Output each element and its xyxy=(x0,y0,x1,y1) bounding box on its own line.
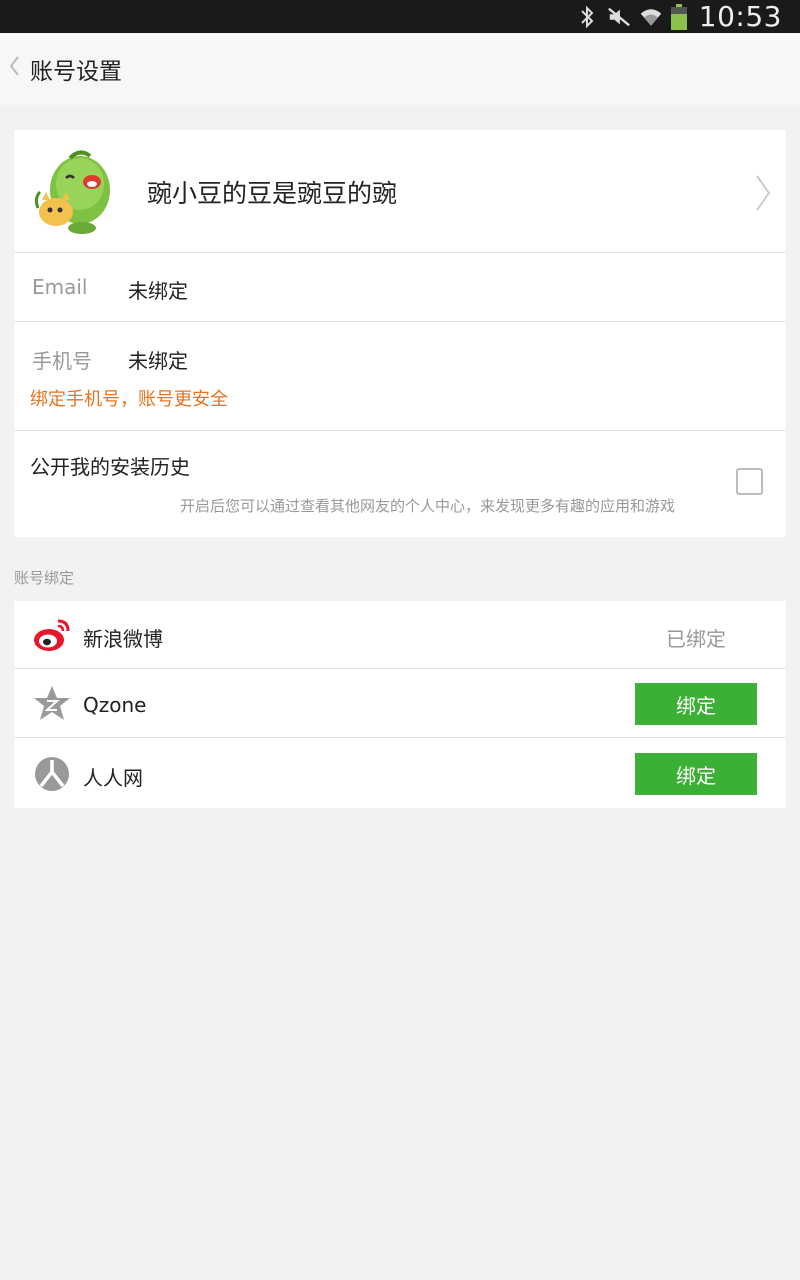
phone-label: 手机号 xyxy=(32,349,92,373)
profile-row[interactable]: 豌小豆的豆是豌豆的豌 xyxy=(14,130,786,253)
phone-value: 未绑定 xyxy=(128,349,188,373)
battery-icon xyxy=(670,3,687,30)
email-value: 未绑定 xyxy=(128,279,188,303)
account-binding-card: 新浪微博 已绑定 Qzone 绑定 人人网 绑定 xyxy=(14,601,786,808)
nickname: 豌小豆的豆是豌豆的豌 xyxy=(147,179,398,208)
email-row[interactable]: Email 未绑定 xyxy=(14,253,786,322)
bind-name: Qzone xyxy=(83,693,147,717)
avatar xyxy=(30,148,120,238)
mute-icon xyxy=(607,5,631,29)
install-history-checkbox[interactable] xyxy=(736,468,763,495)
page-title: 账号设置 xyxy=(30,59,122,85)
renren-icon xyxy=(32,754,72,794)
bind-name: 新浪微博 xyxy=(83,627,163,651)
bluetooth-icon xyxy=(575,5,599,29)
bind-row-qzone[interactable]: Qzone 绑定 xyxy=(14,669,786,738)
phone-row[interactable]: 手机号 未绑定 绑定手机号，账号更安全 xyxy=(14,322,786,431)
bind-qzone-button[interactable]: 绑定 xyxy=(635,683,757,725)
install-history-row[interactable]: 公开我的安装历史 开启后您可以通过查看其他网友的个人中心，来发现更多有趣的应用和… xyxy=(14,431,786,537)
chevron-right-icon xyxy=(754,174,772,212)
wifi-icon xyxy=(639,5,663,29)
email-label: Email xyxy=(32,275,88,299)
qzone-icon xyxy=(32,684,72,724)
bind-phone-tip-link[interactable]: 绑定手机号，账号更安全 xyxy=(30,385,228,411)
account-info-card: 豌小豆的豆是豌豆的豌 Email 未绑定 手机号 未绑定 绑定手机号，账号更安全… xyxy=(14,130,786,537)
account-binding-section-label: 账号绑定 xyxy=(14,569,75,587)
bound-status: 已绑定 xyxy=(666,627,726,651)
status-bar: 10:53 xyxy=(0,0,800,33)
title-bar: 账号设置 xyxy=(0,33,800,105)
weibo-icon xyxy=(32,615,72,655)
bind-renren-button[interactable]: 绑定 xyxy=(635,753,757,795)
install-history-title: 公开我的安装历史 xyxy=(30,455,190,479)
install-history-description: 开启后您可以通过查看其他网友的个人中心，来发现更多有趣的应用和游戏 xyxy=(180,497,676,515)
status-time: 10:53 xyxy=(698,0,782,33)
bind-row-renren[interactable]: 人人网 绑定 xyxy=(14,738,786,808)
chevron-left-icon xyxy=(8,55,22,83)
bind-row-weibo[interactable]: 新浪微博 已绑定 xyxy=(14,601,786,669)
bind-name: 人人网 xyxy=(83,766,143,790)
back-button[interactable] xyxy=(0,33,22,105)
